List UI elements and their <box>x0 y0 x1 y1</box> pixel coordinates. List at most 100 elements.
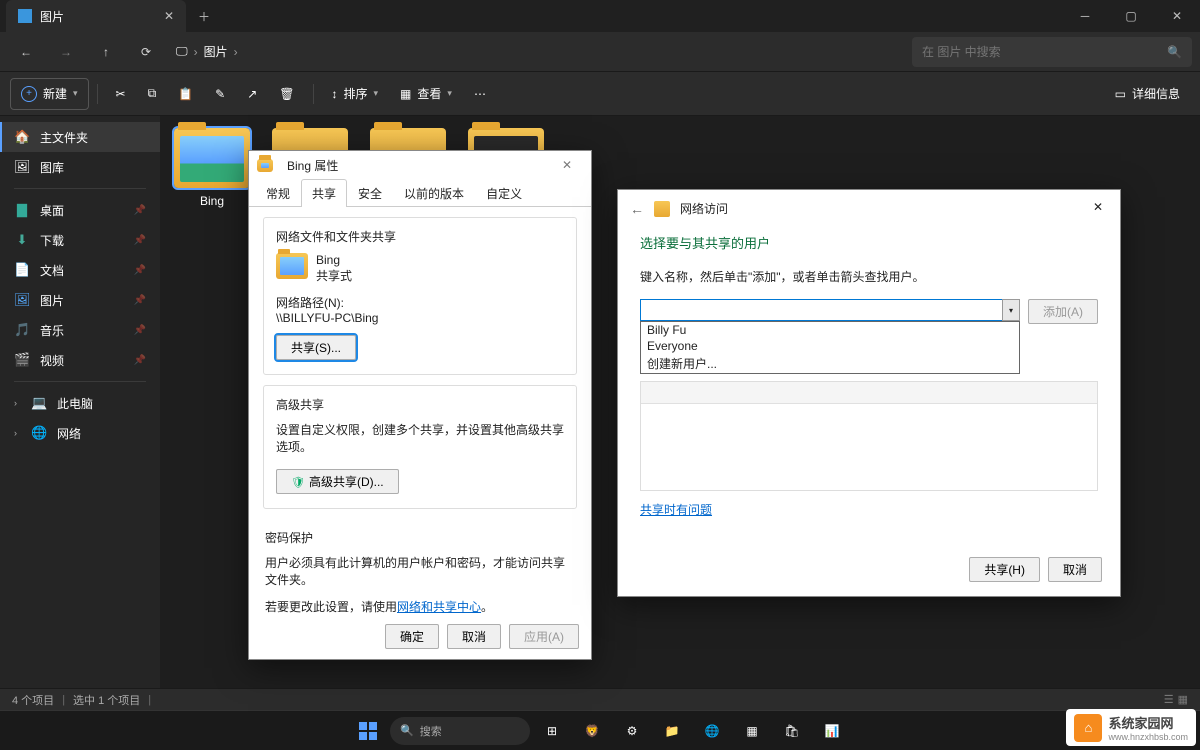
dropdown-list: Billy Fu Everyone 创建新用户... <box>640 321 1020 374</box>
user-input[interactable] <box>640 299 1020 321</box>
chevron-right-icon: › <box>194 45 198 59</box>
copy-button[interactable]: ⧉ <box>138 78 167 110</box>
user-combobox[interactable]: ▾ Billy Fu Everyone 创建新用户... <box>640 299 1020 324</box>
divider <box>14 188 146 189</box>
sidebar-item-documents[interactable]: 📄文档📌 <box>0 255 160 285</box>
maximize-button[interactable]: ▢ <box>1108 0 1154 32</box>
tabs: 常规 共享 安全 以前的版本 自定义 <box>249 179 591 207</box>
start-button[interactable] <box>350 715 386 747</box>
back-button[interactable]: ← <box>8 36 44 68</box>
taskbar-app[interactable]: ⚙ <box>614 715 650 747</box>
delete-button[interactable]: 🗑 <box>269 78 304 110</box>
pin-icon: 📌 <box>134 295 146 306</box>
sidebar-item-network[interactable]: ›🌐网络 <box>0 418 160 448</box>
minimize-button[interactable]: ─ <box>1062 0 1108 32</box>
add-button[interactable]: 添加(A) <box>1028 299 1098 324</box>
share-folder-icon <box>654 201 670 217</box>
share-button[interactable]: 共享(S)... <box>276 335 356 360</box>
hint-text: 键入名称，然后单击"添加"，或者单击箭头查找用户。 <box>640 268 1098 285</box>
network-path: \\BILLYFU-PC\Bing <box>276 311 564 325</box>
tab-custom[interactable]: 自定义 <box>475 179 533 207</box>
breadcrumb[interactable]: 🖵 › 图片 › <box>176 43 908 60</box>
taskbar-search[interactable]: 🔍搜索 <box>390 717 530 745</box>
list-view-button[interactable]: ☰ <box>1164 693 1174 706</box>
divider <box>14 381 146 382</box>
breadcrumb-item[interactable]: 图片 <box>204 43 228 60</box>
add-tab-button[interactable]: ＋ <box>186 8 222 25</box>
tab-previous[interactable]: 以前的版本 <box>393 179 475 207</box>
cancel-button[interactable]: 取消 <box>447 624 501 649</box>
taskbar-edge[interactable]: 🌐 <box>694 715 730 747</box>
pictures-icon: 🖼 <box>14 292 30 308</box>
task-view-button[interactable]: ⊞ <box>534 715 570 747</box>
tab-general[interactable]: 常规 <box>255 179 301 207</box>
pin-icon: 📌 <box>134 235 146 246</box>
sort-icon: ↕ <box>332 87 338 101</box>
sidebar-item-gallery[interactable]: 🖼图库 <box>0 152 160 182</box>
folder-icon <box>276 253 308 279</box>
back-button[interactable]: ← <box>630 201 644 217</box>
dialog-header: ← 网络访问 <box>618 190 1120 227</box>
more-button[interactable]: ⋯ <box>464 78 496 110</box>
properties-dialog: Bing 属性 ✕ 常规 共享 安全 以前的版本 自定义 网络文件和文件夹共享 … <box>248 150 592 660</box>
network-access-dialog: ✕ ← 网络访问 选择要与其共享的用户 键入名称，然后单击"添加"，或者单击箭头… <box>617 189 1121 597</box>
dropdown-option[interactable]: 创建新用户... <box>641 354 1019 373</box>
search-box[interactable]: 🔍 <box>912 37 1192 67</box>
details-icon: ▭ <box>1115 87 1126 101</box>
taskbar-app[interactable]: ▦ <box>734 715 770 747</box>
heading: 选择要与其共享的用户 <box>640 233 1098 252</box>
rename-icon: ✎ <box>215 87 225 101</box>
pictures-icon <box>18 9 32 23</box>
search-icon: 🔍 <box>1167 45 1182 59</box>
close-button[interactable]: ✕ <box>551 151 583 179</box>
network-center-link[interactable]: 网络和共享中心 <box>397 600 481 614</box>
share-status: 共享式 <box>316 267 352 284</box>
share-icon: ↗ <box>247 87 257 101</box>
details-pane-button[interactable]: ▭ 详细信息 <box>1105 78 1190 110</box>
search-input[interactable] <box>922 45 1159 59</box>
folder-item-bing[interactable]: Bing <box>172 128 252 208</box>
cut-button[interactable]: ✂ <box>106 78 136 110</box>
user-list[interactable] <box>640 381 1098 491</box>
refresh-button[interactable]: ⟳ <box>128 36 164 68</box>
new-button[interactable]: + 新建 ▾ <box>10 78 89 110</box>
cancel-button[interactable]: 取消 <box>1048 557 1102 582</box>
up-button[interactable]: ↑ <box>88 36 124 68</box>
ok-button[interactable]: 确定 <box>385 624 439 649</box>
paste-button[interactable]: 📋 <box>168 78 203 110</box>
sidebar-item-thispc[interactable]: ›💻此电脑 <box>0 388 160 418</box>
taskbar-app[interactable]: 📊 <box>814 715 850 747</box>
forward-button[interactable]: → <box>48 36 84 68</box>
close-button[interactable]: ✕ <box>1084 196 1112 218</box>
sidebar-item-music[interactable]: 🎵音乐📌 <box>0 315 160 345</box>
dropdown-option[interactable]: Billy Fu <box>641 322 1019 338</box>
share-button[interactable]: ↗ <box>237 78 267 110</box>
taskbar-explorer[interactable]: 📁 <box>654 715 690 747</box>
apply-button[interactable]: 应用(A) <box>509 624 579 649</box>
tab-sharing[interactable]: 共享 <box>301 179 347 207</box>
sidebar-item-downloads[interactable]: ⬇下载📌 <box>0 225 160 255</box>
close-window-button[interactable]: ✕ <box>1154 0 1200 32</box>
share-confirm-button[interactable]: 共享(H) <box>969 557 1040 582</box>
sidebar-item-videos[interactable]: 🎬视频📌 <box>0 345 160 375</box>
dialog-titlebar[interactable]: Bing 属性 ✕ <box>249 151 591 179</box>
rename-button[interactable]: ✎ <box>205 78 235 110</box>
window-tab[interactable]: 图片 ✕ <box>6 0 186 32</box>
music-icon: 🎵 <box>14 322 30 338</box>
taskbar-app[interactable]: 🦁 <box>574 715 610 747</box>
tab-security[interactable]: 安全 <box>347 179 393 207</box>
dropdown-button[interactable]: ▾ <box>1002 299 1020 321</box>
dropdown-option[interactable]: Everyone <box>641 338 1019 354</box>
sidebar-item-home[interactable]: 🏠主文件夹 <box>0 122 160 152</box>
view-button[interactable]: ▦ 查看 ▾ <box>390 78 462 110</box>
grid-view-button[interactable]: ▦ <box>1178 693 1188 706</box>
advanced-share-button[interactable]: 🛡高级共享(D)... <box>276 469 399 494</box>
sidebar-item-pictures[interactable]: 🖼图片📌 <box>0 285 160 315</box>
taskbar-store[interactable]: 🛍 <box>774 715 810 747</box>
sidebar-item-desktop[interactable]: ▇桌面📌 <box>0 195 160 225</box>
home-icon: 🏠 <box>14 129 30 145</box>
sort-button[interactable]: ↕ 排序 ▾ <box>322 78 389 110</box>
close-tab-button[interactable]: ✕ <box>164 9 174 23</box>
trouble-link[interactable]: 共享时有问题 <box>640 501 712 518</box>
cut-icon: ✂ <box>116 87 126 101</box>
